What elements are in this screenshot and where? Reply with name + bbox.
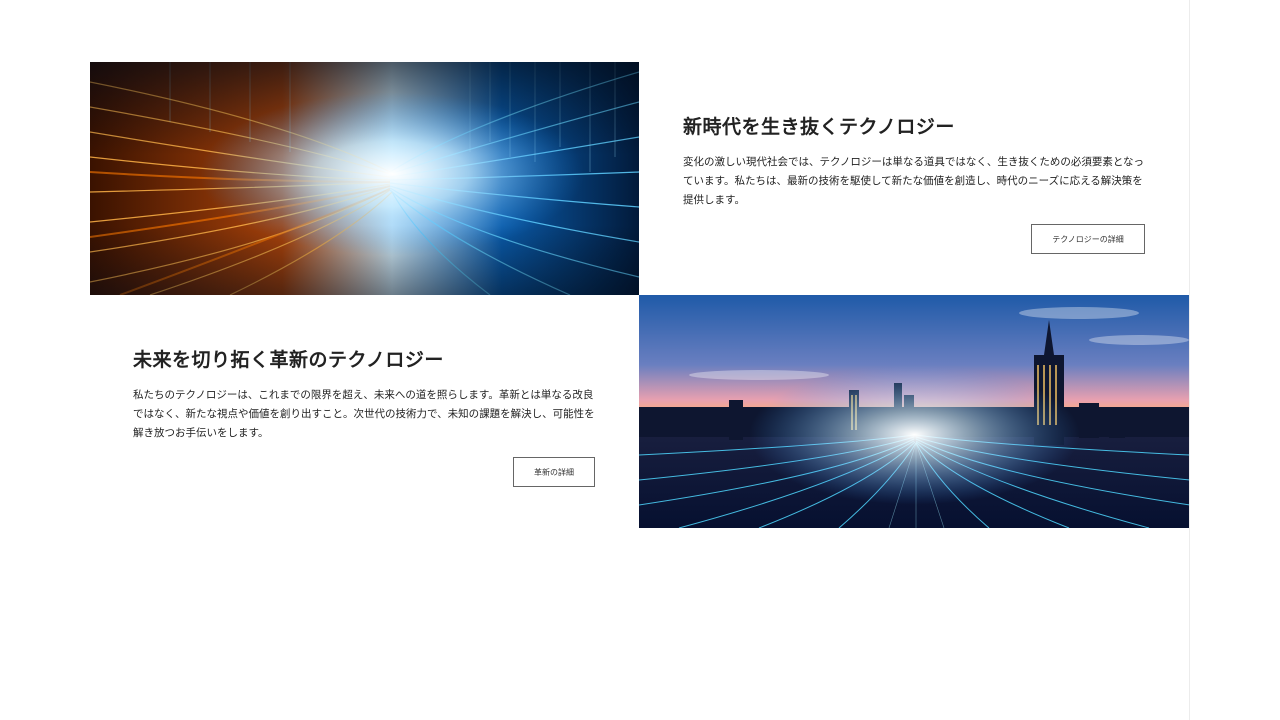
- city-skyline-image: [639, 295, 1190, 528]
- innovation-section-heading: 未来を切り拓く革新のテクノロジー: [133, 349, 444, 371]
- tech-button-row: テクノロジーの詳細: [683, 224, 1145, 254]
- tech-section: 新時代を生き抜くテクノロジー 変化の激しい現代社会では、テクノロジーは単なる道具…: [683, 112, 1145, 254]
- page: 新時代を生き抜くテクノロジー 変化の激しい現代社会では、テクノロジーは単なる道具…: [0, 0, 1280, 720]
- innovation-details-button[interactable]: 革新の詳細: [513, 457, 595, 487]
- innovation-button-row: 革新の詳細: [133, 457, 595, 487]
- page-side-gutter: [1189, 0, 1280, 720]
- innovation-section-body: 私たちのテクノロジーは、これまでの限界を超え、未来への道を照らします。革新とは単…: [133, 389, 595, 439]
- tech-tunnel-image: [90, 62, 639, 295]
- tech-section-heading: 新時代を生き抜くテクノロジー: [683, 116, 955, 138]
- tech-section-body: 変化の激しい現代社会では、テクノロジーは単なる道具ではなく、生き抜くための必須要…: [683, 156, 1145, 206]
- innovation-section: 未来を切り拓く革新のテクノロジー 私たちのテクノロジーは、これまでの限界を超え、…: [133, 345, 595, 487]
- tech-details-button[interactable]: テクノロジーの詳細: [1031, 224, 1145, 254]
